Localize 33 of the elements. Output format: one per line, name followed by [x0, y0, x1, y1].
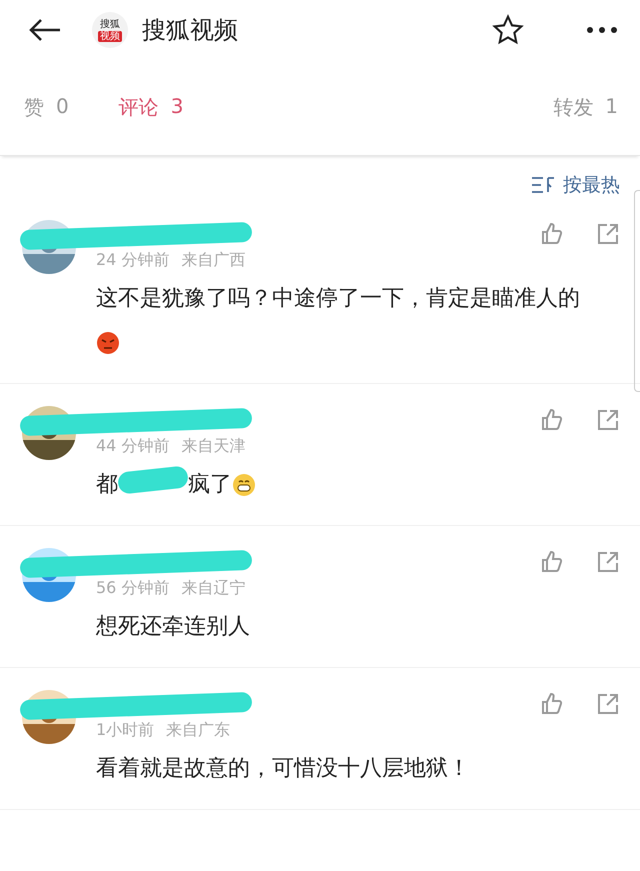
comment-text: 这不是犹豫了吗？中途停了一下，肯定是瞄准人的: [96, 286, 580, 311]
comment-text: 看着就是故意的，可惜没十八层地狱！: [96, 756, 470, 781]
comment-location: 来自天津: [181, 436, 246, 457]
share-icon[interactable]: [596, 408, 620, 432]
star-icon[interactable]: [492, 14, 524, 46]
comment-time: 56 分钟前: [96, 578, 170, 599]
share-icon[interactable]: [596, 692, 620, 716]
more-icon[interactable]: [586, 26, 618, 34]
tab[interactable]: 赞 0: [24, 94, 69, 121]
share-icon[interactable]: [596, 222, 620, 246]
comment-text: 想死还牵连别人: [96, 614, 250, 639]
channel-logo: 搜狐 视频: [92, 12, 128, 48]
back-button[interactable]: [28, 18, 62, 42]
sort-icon: [531, 176, 555, 194]
comment-time: 24 分钟前: [96, 250, 170, 271]
angry-face-icon: [96, 330, 120, 355]
comment-location: 来自广东: [166, 720, 230, 741]
thumbs-up-icon[interactable]: [540, 692, 564, 716]
channel-title: 搜狐视频: [142, 15, 239, 46]
thumbs-up-icon[interactable]: [540, 550, 564, 574]
tab[interactable]: 转发 1: [553, 94, 618, 121]
sort-button[interactable]: 按最热: [531, 172, 620, 198]
thumbs-up-icon[interactable]: [540, 408, 564, 432]
comment-location: 来自广西: [181, 250, 246, 271]
comment-time: 1小时前: [96, 720, 154, 741]
tab[interactable]: 评论 3: [118, 94, 184, 121]
grinning-face-icon: [232, 472, 256, 497]
comment-time: 44 分钟前: [96, 436, 170, 457]
comment-location: 来自辽宁: [181, 578, 246, 599]
comment-text: 疯了: [188, 472, 232, 497]
thumbs-up-icon[interactable]: [540, 222, 564, 246]
comment-text: 都: [96, 472, 118, 497]
share-icon[interactable]: [596, 550, 620, 574]
